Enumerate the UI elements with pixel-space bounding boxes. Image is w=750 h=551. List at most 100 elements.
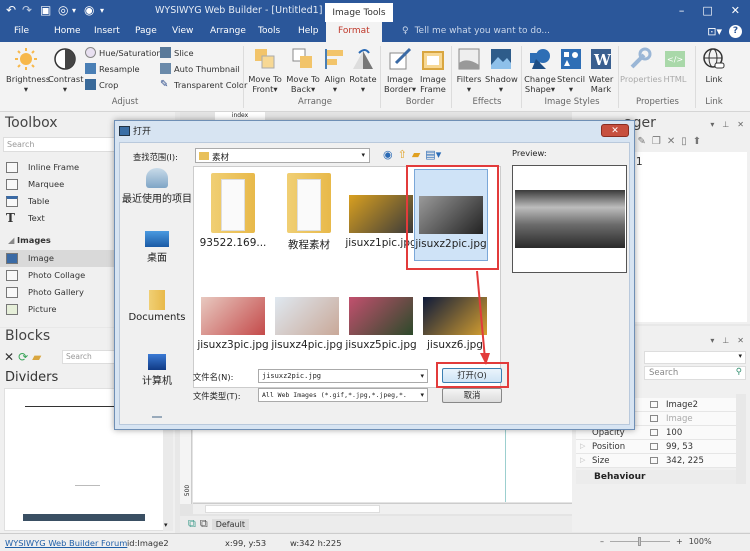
- layout-tab-default[interactable]: Default: [211, 518, 249, 530]
- customize-dropdown-icon[interactable]: ▾: [100, 6, 104, 15]
- divider-text-preview[interactable]: [75, 485, 100, 486]
- file-item-image[interactable]: jisuxz5pic.jpg: [344, 297, 418, 351]
- scroll-thumb[interactable]: [205, 505, 380, 513]
- forum-link[interactable]: WYSIWYG Web Builder Forum: [5, 538, 127, 548]
- publish-dropdown-icon[interactable]: ▾: [72, 6, 76, 15]
- file-item-folder[interactable]: 93522.169...: [196, 173, 270, 249]
- property-section-behaviour[interactable]: Behaviour: [576, 470, 736, 484]
- search-icon[interactable]: ⚲: [736, 367, 742, 377]
- property-value[interactable]: 99, 53: [666, 442, 693, 452]
- refresh-icon[interactable]: ⟳: [18, 350, 28, 364]
- property-checkbox[interactable]: [650, 457, 658, 464]
- minimize-button[interactable]: –: [679, 4, 685, 17]
- file-item-folder[interactable]: 教程素材: [272, 173, 346, 252]
- property-row-size[interactable]: ▷ Size 342, 225: [576, 454, 744, 468]
- property-value[interactable]: Image: [666, 414, 693, 424]
- place-desktop[interactable]: 桌面: [122, 231, 192, 264]
- zoom-slider[interactable]: [610, 537, 670, 546]
- file-item-image[interactable]: jisuxz3pic.jpg: [196, 297, 270, 351]
- tab-format[interactable]: Format: [326, 22, 382, 42]
- save-icon[interactable]: ▣: [40, 3, 51, 17]
- delete-icon[interactable]: ✕: [4, 350, 14, 364]
- file-item-image[interactable]: jisuxz6.jpg: [418, 297, 492, 351]
- horizontal-scrollbar[interactable]: [193, 503, 573, 514]
- filetype-dropdown[interactable]: All Web Images (*.gif,*.jpg,*.jpeg,*. ▾: [258, 388, 428, 402]
- hue-saturation-button[interactable]: Hue/Saturation: [85, 47, 162, 58]
- place-computer[interactable]: 计算机: [122, 354, 192, 387]
- maximize-button[interactable]: □: [702, 4, 712, 17]
- delete-page-icon[interactable]: ✕: [667, 136, 675, 147]
- chevron-down-icon[interactable]: ▾: [420, 372, 424, 380]
- move-to-back-button[interactable]: Move To Back▾: [284, 47, 322, 94]
- up-folder-icon[interactable]: ⇧: [398, 148, 407, 161]
- watermark-button[interactable]: W Water Mark: [587, 47, 615, 94]
- crop-button[interactable]: Crop: [85, 79, 118, 90]
- property-checkbox[interactable]: [650, 443, 658, 450]
- new-folder-icon[interactable]: ▰: [412, 148, 420, 161]
- desktop-view-icon[interactable]: ⧉: [188, 517, 196, 531]
- property-value[interactable]: 342, 225: [666, 456, 704, 466]
- dialog-close-button[interactable]: ✕: [601, 124, 629, 137]
- resample-button[interactable]: Resample: [85, 63, 140, 74]
- html-button[interactable]: </> HTML: [660, 47, 690, 84]
- copy-icon[interactable]: ❐: [652, 136, 661, 147]
- view-menu-icon[interactable]: ▤▾: [425, 148, 441, 161]
- pin-icon[interactable]: ⊥: [722, 336, 729, 345]
- property-checkbox[interactable]: [650, 401, 658, 408]
- place-documents[interactable]: Documents: [122, 290, 192, 323]
- page-canvas[interactable]: [193, 422, 573, 502]
- back-icon[interactable]: ◉: [383, 148, 393, 161]
- divider-bar-preview[interactable]: [23, 514, 145, 521]
- property-row-position[interactable]: ▷ Position 99, 53: [576, 440, 744, 454]
- property-value[interactable]: Image2: [666, 400, 698, 410]
- expand-icon[interactable]: ▷: [580, 442, 585, 450]
- close-button[interactable]: ✕: [731, 4, 740, 17]
- slice-button[interactable]: Slice: [160, 47, 194, 58]
- tab-insert[interactable]: Insert: [94, 26, 120, 36]
- move-to-front-button[interactable]: Move To Front▾: [246, 47, 284, 94]
- panel-dropdown-icon[interactable]: ▾: [710, 336, 714, 345]
- object-selector-dropdown[interactable]: ▾: [644, 351, 746, 364]
- tell-me-search[interactable]: ♀ Tell me what you want to do...: [402, 26, 550, 36]
- display-mode-icon[interactable]: ⊡▾: [707, 25, 722, 38]
- properties-button[interactable]: Properties: [620, 47, 662, 84]
- property-checkbox[interactable]: [650, 429, 658, 436]
- place-recent[interactable]: 最近使用的项目: [122, 168, 192, 205]
- image-border-button[interactable]: Image Border▾: [384, 47, 416, 94]
- contrast-button[interactable]: Contrast ▾: [48, 47, 83, 94]
- tab-view[interactable]: View: [172, 26, 193, 36]
- brightness-button[interactable]: Brightness ▾: [6, 47, 50, 94]
- toolbox-category-images[interactable]: ◢ Images: [8, 235, 51, 245]
- filename-input[interactable]: jisuxz2pic.jpg ▾: [258, 369, 428, 383]
- property-checkbox[interactable]: [650, 415, 658, 422]
- breakpoint-icon[interactable]: ⧉: [200, 517, 208, 531]
- expand-icon[interactable]: ▷: [580, 456, 585, 464]
- page-properties-icon[interactable]: ▯: [681, 136, 687, 147]
- property-value[interactable]: 100: [666, 428, 682, 438]
- tab-file[interactable]: File: [14, 26, 29, 36]
- panel-close-icon[interactable]: ✕: [737, 336, 744, 345]
- tab-page[interactable]: Page: [135, 26, 157, 36]
- rotate-button[interactable]: Rotate ▾: [349, 47, 377, 94]
- redo-icon[interactable]: ↷: [22, 3, 32, 17]
- move-up-icon[interactable]: ⬆: [693, 136, 701, 147]
- properties-search-input[interactable]: Search ⚲: [644, 366, 746, 380]
- change-shape-button[interactable]: Change Shape▾: [524, 47, 556, 94]
- zoom-in-button[interactable]: +: [676, 537, 683, 546]
- panel-dropdown-icon[interactable]: ▾: [710, 120, 714, 129]
- tab-tools[interactable]: Tools: [258, 26, 280, 36]
- file-item-image[interactable]: jisuxz4pic.jpg: [270, 297, 344, 351]
- cancel-button[interactable]: 取消: [442, 388, 502, 403]
- image-frame-button[interactable]: Image Frame: [418, 47, 448, 94]
- tab-help[interactable]: Help: [298, 26, 319, 36]
- edit-icon[interactable]: ✎: [637, 136, 645, 147]
- zoom-out-button[interactable]: –: [600, 537, 604, 546]
- shadow-button[interactable]: Shadow ▾: [485, 47, 518, 94]
- auto-thumbnail-button[interactable]: Auto Thumbnail: [160, 63, 240, 74]
- align-button[interactable]: Align ▾: [322, 47, 348, 94]
- look-in-dropdown[interactable]: 素材 ▾: [195, 148, 370, 163]
- chevron-down-icon[interactable]: ▾: [420, 391, 424, 399]
- undo-icon[interactable]: ↶: [6, 3, 16, 17]
- tab-arrange[interactable]: Arrange: [210, 26, 246, 36]
- scroll-down-icon[interactable]: ▾: [164, 521, 168, 529]
